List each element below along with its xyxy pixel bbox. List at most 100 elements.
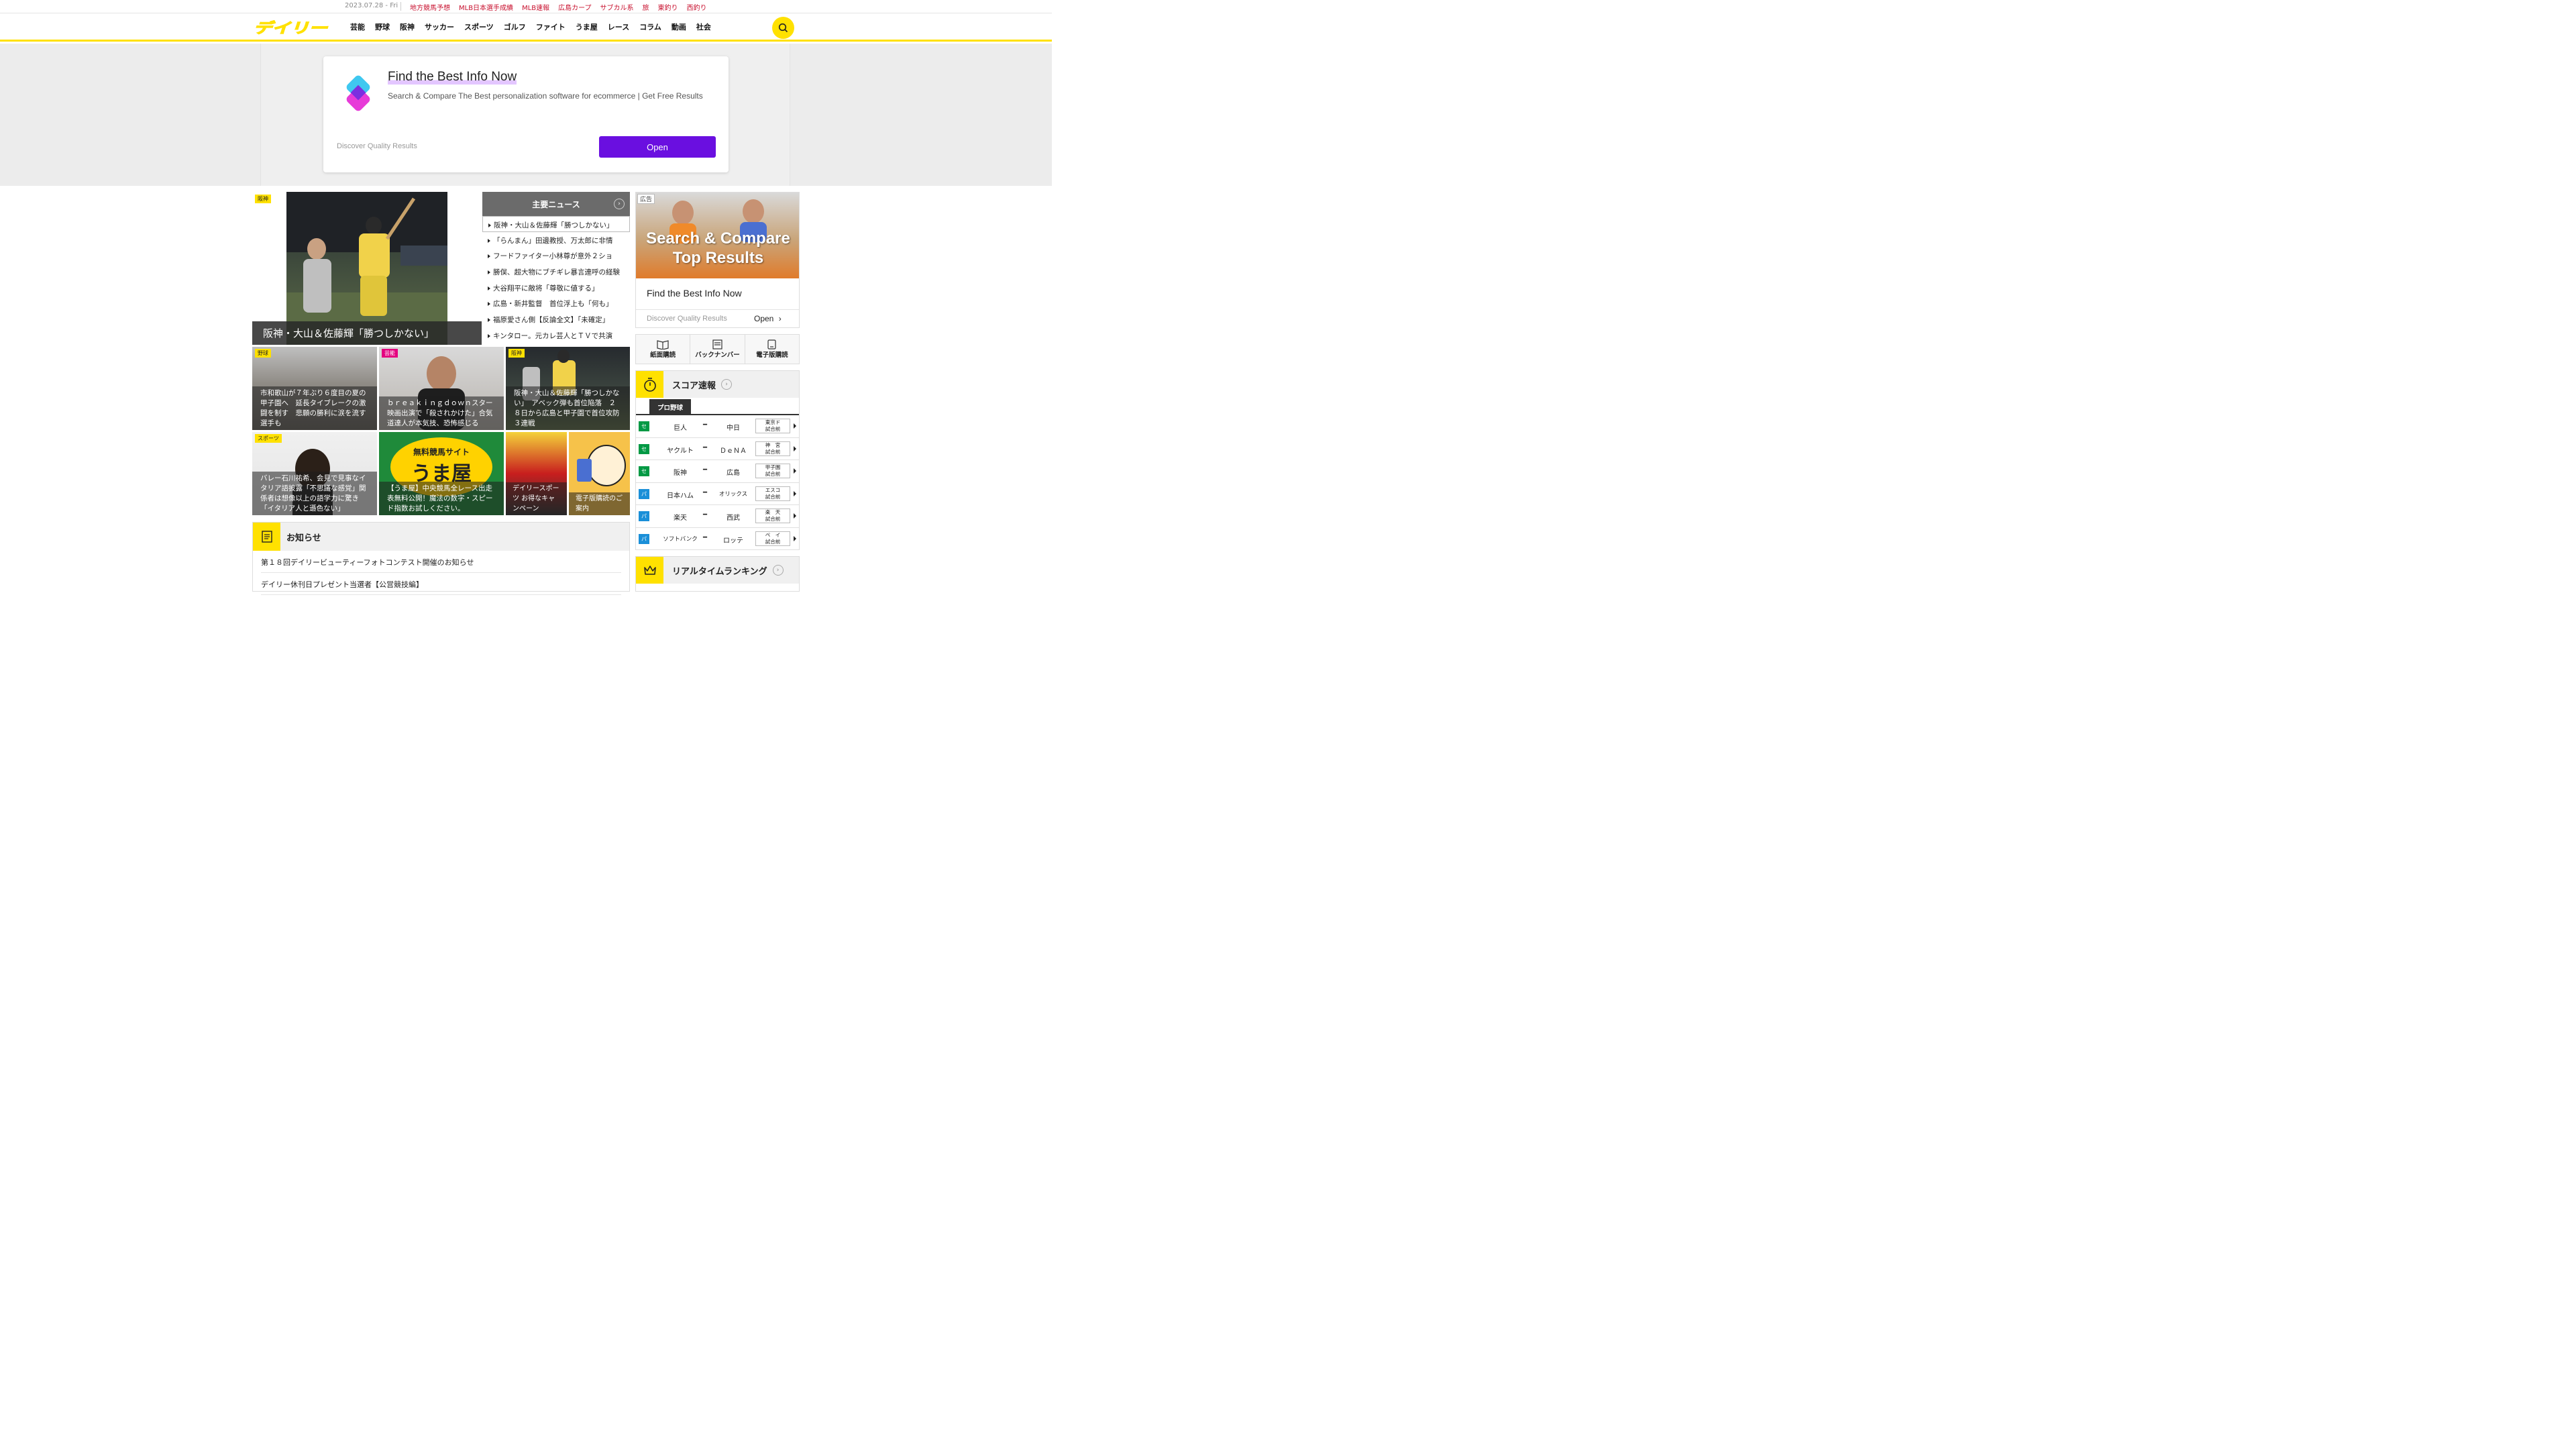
search-button[interactable] — [772, 17, 794, 39]
main-news-title: 主要ニュース — [532, 199, 580, 209]
campaign-tile[interactable]: デイリースポーツ お得なキャンペーン — [506, 432, 567, 515]
caret-right-icon — [794, 535, 796, 541]
news-item[interactable]: 福原愛さん側【反論全文】「未確定」 — [482, 311, 630, 327]
caret-right-icon — [794, 445, 796, 451]
ad-open-button[interactable]: Open — [599, 136, 716, 158]
toplink-chiho-keiba[interactable]: 地方競馬予想 — [410, 2, 450, 12]
toplink-west-fishing[interactable]: 西釣り — [687, 2, 707, 12]
ranking-title: リアルタイムランキング — [672, 566, 767, 577]
notice-icon-box — [253, 523, 280, 551]
umaya-promo-tile[interactable]: 無料競馬サイト うま屋 【うま屋】中央競馬全レース出走表無料公開！魔法の数字・ス… — [379, 432, 504, 515]
back-number-label: バックナンバー — [695, 352, 740, 359]
notice-item[interactable]: デイリー休刊日プレゼント当選者【公営競技編】 — [261, 573, 621, 595]
toplink-east-fishing[interactable]: 東釣り — [658, 2, 678, 12]
tab-pro-baseball[interactable]: プロ野球 — [649, 399, 691, 415]
hero-article[interactable]: 阪神 阪神・大山＆佐藤輝「勝つしかない」 — [252, 192, 482, 345]
tile-category-tag: 野球 — [255, 349, 271, 358]
score-dash: ━ — [703, 421, 708, 429]
score-tabs: プロ野球 — [636, 398, 799, 415]
digital-edition-tile[interactable]: 電子版購読のご案内 — [569, 432, 630, 515]
chevron-right-icon: › — [778, 314, 782, 323]
away-team: 広島 — [727, 470, 740, 477]
toplink-mlb-stats[interactable]: MLB日本選手成績 — [459, 2, 513, 12]
nav-soccer[interactable]: サッカー — [425, 21, 454, 32]
tile-caption[interactable]: デイリースポーツ お得なキャンペーン — [506, 482, 567, 515]
article-tile[interactable]: スポーツ バレー石川祐希、会見で見事なイタリア語披露「不思議な感覚」関係者は想像… — [252, 432, 377, 515]
chevron-right-icon[interactable]: › — [614, 199, 625, 209]
tile-caption[interactable]: 電子版購読のご案内 — [569, 492, 630, 515]
sidebar-ad-title[interactable]: Find the Best Info Now — [647, 288, 742, 299]
notice-item[interactable]: 第１８回デイリービューティーフォトコンテスト開催のお知らせ — [261, 551, 621, 573]
news-item[interactable]: フードファイター小林尊が意外２ショ — [482, 248, 630, 264]
top-bar: 2023.07.28 - Fri 地方競馬予想 MLB日本選手成績 MLB速報 … — [0, 0, 1052, 13]
stopwatch-icon — [643, 378, 656, 392]
news-item[interactable]: 勝俣、超大物にブチギレ暴言連呼の経験 — [482, 264, 630, 280]
news-item[interactable]: 「らんまん」田邊教授、万太郎に非情 — [482, 232, 630, 248]
game-row[interactable]: パ 楽天 ━ 西武 楽 天試合前 — [636, 505, 799, 528]
news-item[interactable]: キンタロー。元カレ芸人とＴＶで共演 — [482, 327, 630, 343]
article-tile[interactable]: 芸能 ｂｒｅａｋｉｎｇｄｏｗｎスター映画出演で「殺されかけた」合気道達人が本気技… — [379, 347, 504, 430]
news-item[interactable]: 阪神・大山＆佐藤輝「勝つしかない」 — [482, 216, 630, 232]
main-news: 主要ニュース › 阪神・大山＆佐藤輝「勝つしかない」 「らんまん」田邊教授、万太… — [482, 192, 630, 345]
hero-caption[interactable]: 阪神・大山＆佐藤輝「勝つしかない」 — [252, 321, 482, 345]
game-state: 試合前 — [765, 493, 781, 500]
top-ad-card[interactable]: Find the Best Info Now Search & Compare … — [323, 56, 729, 172]
chevron-right-icon[interactable]: › — [721, 379, 733, 390]
nav-society[interactable]: 社会 — [696, 21, 711, 32]
game-status: 甲子園 試合前 — [755, 464, 790, 478]
score-dash: ━ — [703, 533, 708, 541]
news-item[interactable]: 大谷翔平に敵将「尊敬に値する」 — [482, 280, 630, 296]
ad-disclaimer: Discover Quality Results — [337, 142, 417, 150]
nav-yakyu[interactable]: 野球 — [375, 21, 390, 32]
digital-subscription-button[interactable]: 電子版購読 — [745, 335, 799, 364]
game-row[interactable]: パ 日本ハム ━ オリックス エスコ 試合前 — [636, 483, 799, 505]
score-board: スコア速報 › プロ野球 セ 巨人 ━ 中日 東京ド 試合前 セ ヤクルト ━ Ｄ… — [635, 370, 800, 550]
sidebar-ad-open-button[interactable]: Open › — [754, 314, 782, 323]
tile-caption[interactable]: ｂｒｅａｋｉｎｇｄｏｗｎスター映画出演で「殺されかけた」合気道達人が本気技、恐怖… — [379, 396, 504, 430]
caret-right-icon — [794, 490, 796, 496]
game-row[interactable]: パ ソフトバンク ━ ロッテ ペ イ試合前 — [636, 528, 799, 550]
nav-geino[interactable]: 芸能 — [350, 21, 365, 32]
main-news-header[interactable]: 主要ニュース › — [482, 192, 630, 216]
caret-right-icon — [794, 423, 796, 429]
tile-caption[interactable]: 市和歌山が７年ぶり６度目の夏の甲子園へ 延長タイブレークの激闘を制す 悲願の勝利… — [252, 386, 377, 430]
score-dash: ━ — [703, 443, 708, 451]
game-state: 試合前 — [765, 426, 781, 432]
home-team: ヤクルト — [667, 447, 694, 455]
paper-subscription-button[interactable]: 紙面購読 — [636, 335, 691, 364]
toplink-mlb-live[interactable]: MLB速報 — [522, 2, 549, 12]
game-row[interactable]: セ 巨人 ━ 中日 東京ド 試合前 — [636, 415, 799, 438]
game-row[interactable]: セ 阪神 ━ 広島 甲子園 試合前 — [636, 460, 799, 483]
tile-caption[interactable]: 【うま屋】中央競馬全レース出走表無料公開！魔法の数字・スピード指数お試しください… — [379, 482, 504, 515]
nav-column[interactable]: コラム — [639, 21, 661, 32]
toplink-carp[interactable]: 広島カープ — [558, 2, 591, 12]
nav-video[interactable]: 動画 — [672, 21, 686, 32]
nav-sports[interactable]: スポーツ — [464, 21, 494, 32]
chevron-right-icon[interactable]: › — [772, 565, 784, 576]
ad-title[interactable]: Find the Best Info Now — [388, 70, 517, 85]
toplink-travel[interactable]: 旅 — [643, 2, 649, 12]
sidebar-ad-headline: Search & Compare Top Results — [646, 229, 790, 267]
game-venue: ペ イ — [765, 531, 781, 538]
tile-caption[interactable]: バレー石川祐希、会見で見事なイタリア語披露「不思議な感覚」関係者は想像以上の語学… — [252, 472, 377, 515]
game-row[interactable]: セ ヤクルト ━ ＤｅＮＡ 神 宮試合前 — [636, 438, 799, 460]
toplink-subcul[interactable]: サブカル系 — [600, 2, 634, 12]
nav-golf[interactable]: ゴルフ — [504, 21, 526, 32]
game-venue: 甲子園 — [765, 464, 781, 470]
ranking-header: リアルタイムランキング › — [636, 557, 799, 584]
away-team: オリックス — [718, 490, 748, 498]
nav-hanshin[interactable]: 阪神 — [400, 21, 415, 32]
tile-caption[interactable]: 阪神・大山＆佐藤輝「勝つしかない」 アベック弾も首位陥落 ２８日から広島と甲子園… — [506, 386, 630, 430]
news-item[interactable]: 広島・新井監督 首位浮上も「何も」 — [482, 295, 630, 311]
nav-fight[interactable]: ファイト — [536, 21, 566, 32]
sidebar-ad[interactable]: 広告 Search & Compare Top Results Find the… — [635, 192, 800, 328]
article-tile[interactable]: 野球 市和歌山が７年ぶり６度目の夏の甲子園へ 延長タイブレークの激闘を制す 悲願… — [252, 347, 377, 430]
away-team: 西武 — [727, 515, 740, 522]
game-state: 試合前 — [765, 516, 781, 522]
back-number-button[interactable]: バックナンバー — [690, 335, 745, 364]
article-tile[interactable]: 阪神 阪神・大山＆佐藤輝「勝つしかない」 アベック弾も首位陥落 ２８日から広島と… — [506, 347, 630, 430]
nav-race[interactable]: レース — [608, 21, 629, 32]
nav-umaya[interactable]: うま屋 — [576, 21, 598, 32]
game-status: 楽 天試合前 — [755, 508, 790, 523]
daily-logo[interactable]: デイリー — [252, 18, 329, 36]
